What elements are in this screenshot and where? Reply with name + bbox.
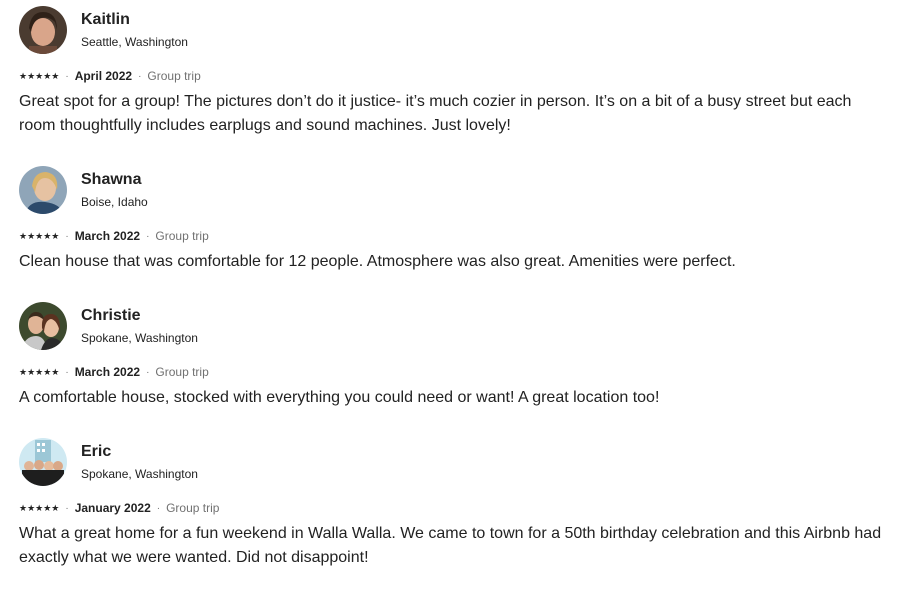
review-meta: ★★★★★ · January 2022 · Group trip xyxy=(19,500,899,516)
review-date: January 2022 xyxy=(74,501,151,515)
reviewer-name[interactable]: Shawna xyxy=(81,172,148,188)
star-rating-icon: ★★★★★ xyxy=(19,366,60,377)
separator-dot: · xyxy=(65,230,69,242)
trip-type: Group trip xyxy=(166,501,220,515)
star-rating-icon: ★★★★★ xyxy=(19,70,60,81)
reviewer-location: Seattle, Washington xyxy=(81,35,188,49)
reviewer-name[interactable]: Christie xyxy=(81,308,198,324)
star-rating-icon: ★★★★★ xyxy=(19,502,60,513)
avatar-photo-icon xyxy=(19,438,67,486)
review-comment: Great spot for a group! The pictures don… xyxy=(19,93,852,134)
review-date: April 2022 xyxy=(74,69,133,83)
star-rating-icon: ★★★★★ xyxy=(19,230,60,241)
review-meta: ★★★★★ · March 2022 · Group trip xyxy=(19,228,899,244)
separator-dot: · xyxy=(65,70,69,82)
separator-dot: · xyxy=(138,70,142,82)
review-item: Eric Spokane, Washington ★★★★★ · January… xyxy=(19,438,899,588)
reviewer-name[interactable]: Kaitlin xyxy=(81,12,188,28)
separator-dot: · xyxy=(65,366,69,378)
review-item: Kaitlin Seattle, Washington ★★★★★ · Apri… xyxy=(19,6,899,166)
reviewer-info: Shawna Boise, Idaho xyxy=(81,172,148,209)
review-comment: A comfortable house, stocked with everyt… xyxy=(19,389,660,406)
review-header: Shawna Boise, Idaho xyxy=(19,166,899,214)
avatar-photo-icon xyxy=(19,166,67,214)
review-comment: Clean house that was comfortable for 12 … xyxy=(19,253,736,270)
reviewer-location: Boise, Idaho xyxy=(81,195,148,209)
reviewer-info: Kaitlin Seattle, Washington xyxy=(81,12,188,49)
review-header: Kaitlin Seattle, Washington xyxy=(19,6,899,54)
reviewer-location: Spokane, Washington xyxy=(81,331,198,345)
review-item: Christie Spokane, Washington ★★★★★ · Mar… xyxy=(19,302,899,438)
avatar[interactable] xyxy=(19,166,67,214)
reviewer-info: Eric Spokane, Washington xyxy=(81,444,198,481)
reviewer-location: Spokane, Washington xyxy=(81,467,198,481)
review-header: Eric Spokane, Washington xyxy=(19,438,899,486)
review-date: March 2022 xyxy=(74,365,141,379)
review-meta: ★★★★★ · March 2022 · Group trip xyxy=(19,364,899,380)
reviews-list: Kaitlin Seattle, Washington ★★★★★ · Apri… xyxy=(19,6,899,588)
separator-dot: · xyxy=(65,502,69,514)
review-date: March 2022 xyxy=(74,229,141,243)
avatar-photo-icon xyxy=(19,6,67,54)
reviewer-info: Christie Spokane, Washington xyxy=(81,308,198,345)
trip-type: Group trip xyxy=(147,69,201,83)
trip-type: Group trip xyxy=(155,229,209,243)
separator-dot: · xyxy=(156,502,161,514)
review-comment: What a great home for a fun weekend in W… xyxy=(19,525,882,566)
reviewer-name[interactable]: Eric xyxy=(81,444,198,460)
avatar-photo-icon xyxy=(19,302,67,350)
avatar[interactable] xyxy=(19,302,67,350)
avatar[interactable] xyxy=(19,438,67,486)
review-item: Shawna Boise, Idaho ★★★★★ · March 2022 ·… xyxy=(19,166,899,302)
trip-type: Group trip xyxy=(155,365,209,379)
separator-dot: · xyxy=(146,230,150,242)
separator-dot: · xyxy=(146,366,150,378)
review-header: Christie Spokane, Washington xyxy=(19,302,899,350)
review-meta: ★★★★★ · April 2022 · Group trip xyxy=(19,68,899,84)
avatar[interactable] xyxy=(19,6,67,54)
